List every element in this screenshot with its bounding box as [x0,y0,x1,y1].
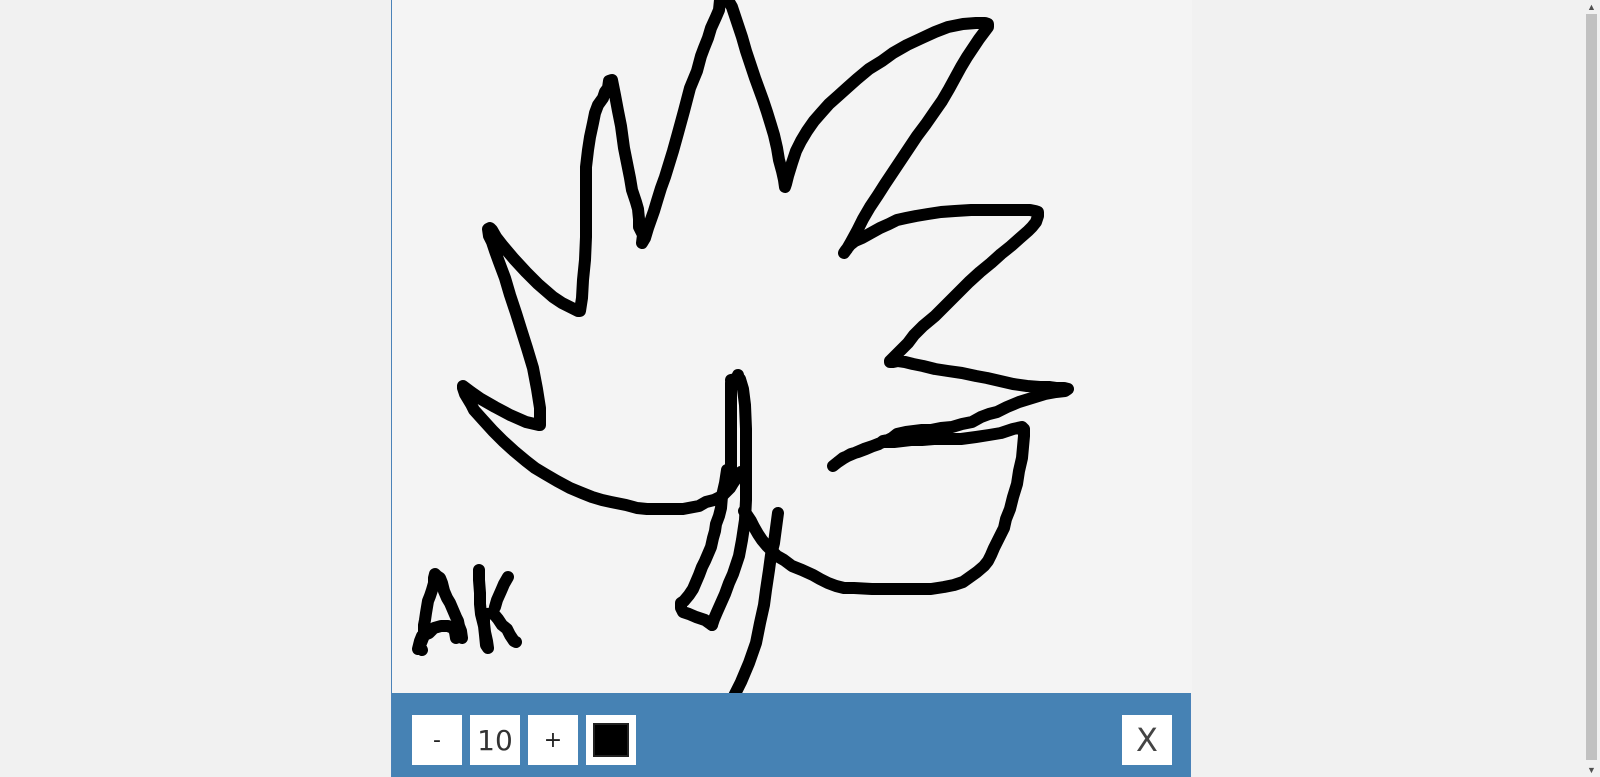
vertical-scrollbar[interactable]: ▲ ▼ [1583,0,1600,777]
triangle-down-icon[interactable]: ▼ [1583,763,1600,777]
drawing-canvas[interactable] [392,0,1192,693]
app-root: - 10 + X ▲ ▼ [0,0,1600,777]
brush-size-value: 10 [470,715,520,765]
close-button[interactable]: X [1122,715,1172,765]
drawn-stroke [489,571,514,613]
triangle-up-icon[interactable]: ▲ [1583,0,1600,14]
drawn-stroke [457,0,1074,595]
increase-brush-size-button[interactable]: + [528,715,578,765]
drawing-panel: - 10 + X [391,0,1192,777]
decrease-brush-size-button[interactable]: - [412,715,462,765]
drawn-stroke [725,369,744,386]
scroll-thumb[interactable] [1586,14,1597,760]
drawing-toolbar: - 10 + X [392,693,1190,777]
brush-color-button[interactable] [586,715,636,765]
color-swatch [593,723,629,757]
